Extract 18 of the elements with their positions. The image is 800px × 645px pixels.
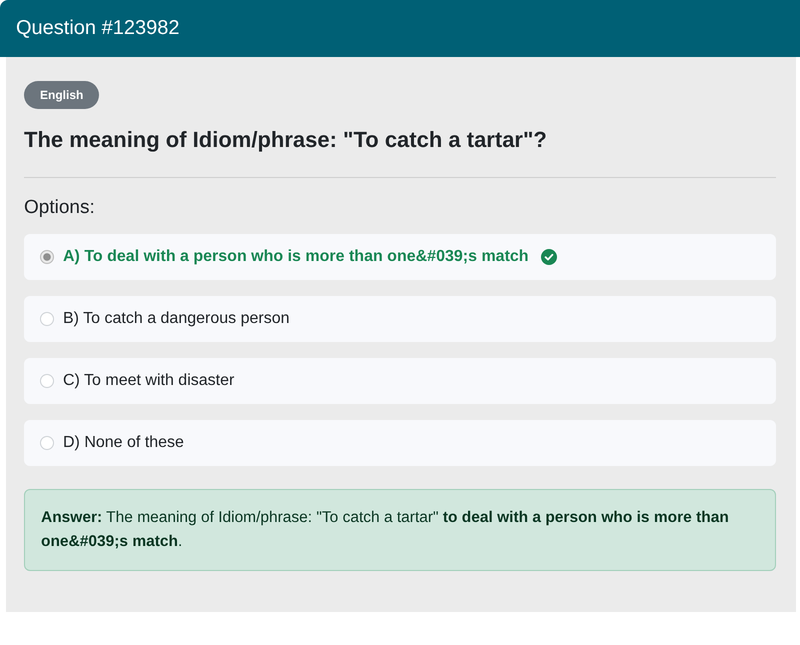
option-text: B) To catch a dangerous person (63, 310, 290, 328)
radio-button[interactable] (40, 250, 54, 264)
radio-button[interactable] (40, 436, 54, 450)
options-label: Options: (24, 196, 96, 220)
question-heading: The meaning of Idiom/phrase: "To catch a tartar"? (24, 126, 548, 154)
check-circle-icon (540, 249, 557, 265)
answer-option[interactable]: D) None of these (24, 420, 776, 466)
option-text: A) To deal with a person who is more than one&#039;s match (63, 248, 529, 266)
option-text: D) None of these (63, 434, 184, 452)
radio-button[interactable] (40, 312, 54, 326)
answer-option[interactable]: C) To meet with disaster (24, 358, 776, 404)
answer-option[interactable]: B) To catch a dangerous person (24, 296, 776, 342)
option-text: C) To meet with disaster (63, 372, 234, 390)
answer-explanation: Answer: The meaning of Idiom/phrase: "To catch a tartar" to deal with a person who is more than one&#039;s match. (24, 489, 776, 571)
page-title: Question #123982 (16, 17, 180, 40)
answer-option[interactable]: A) To deal with a person who is more than one&#039;s match (24, 234, 776, 280)
language-tag: English (24, 81, 100, 109)
radio-button[interactable] (40, 374, 54, 388)
